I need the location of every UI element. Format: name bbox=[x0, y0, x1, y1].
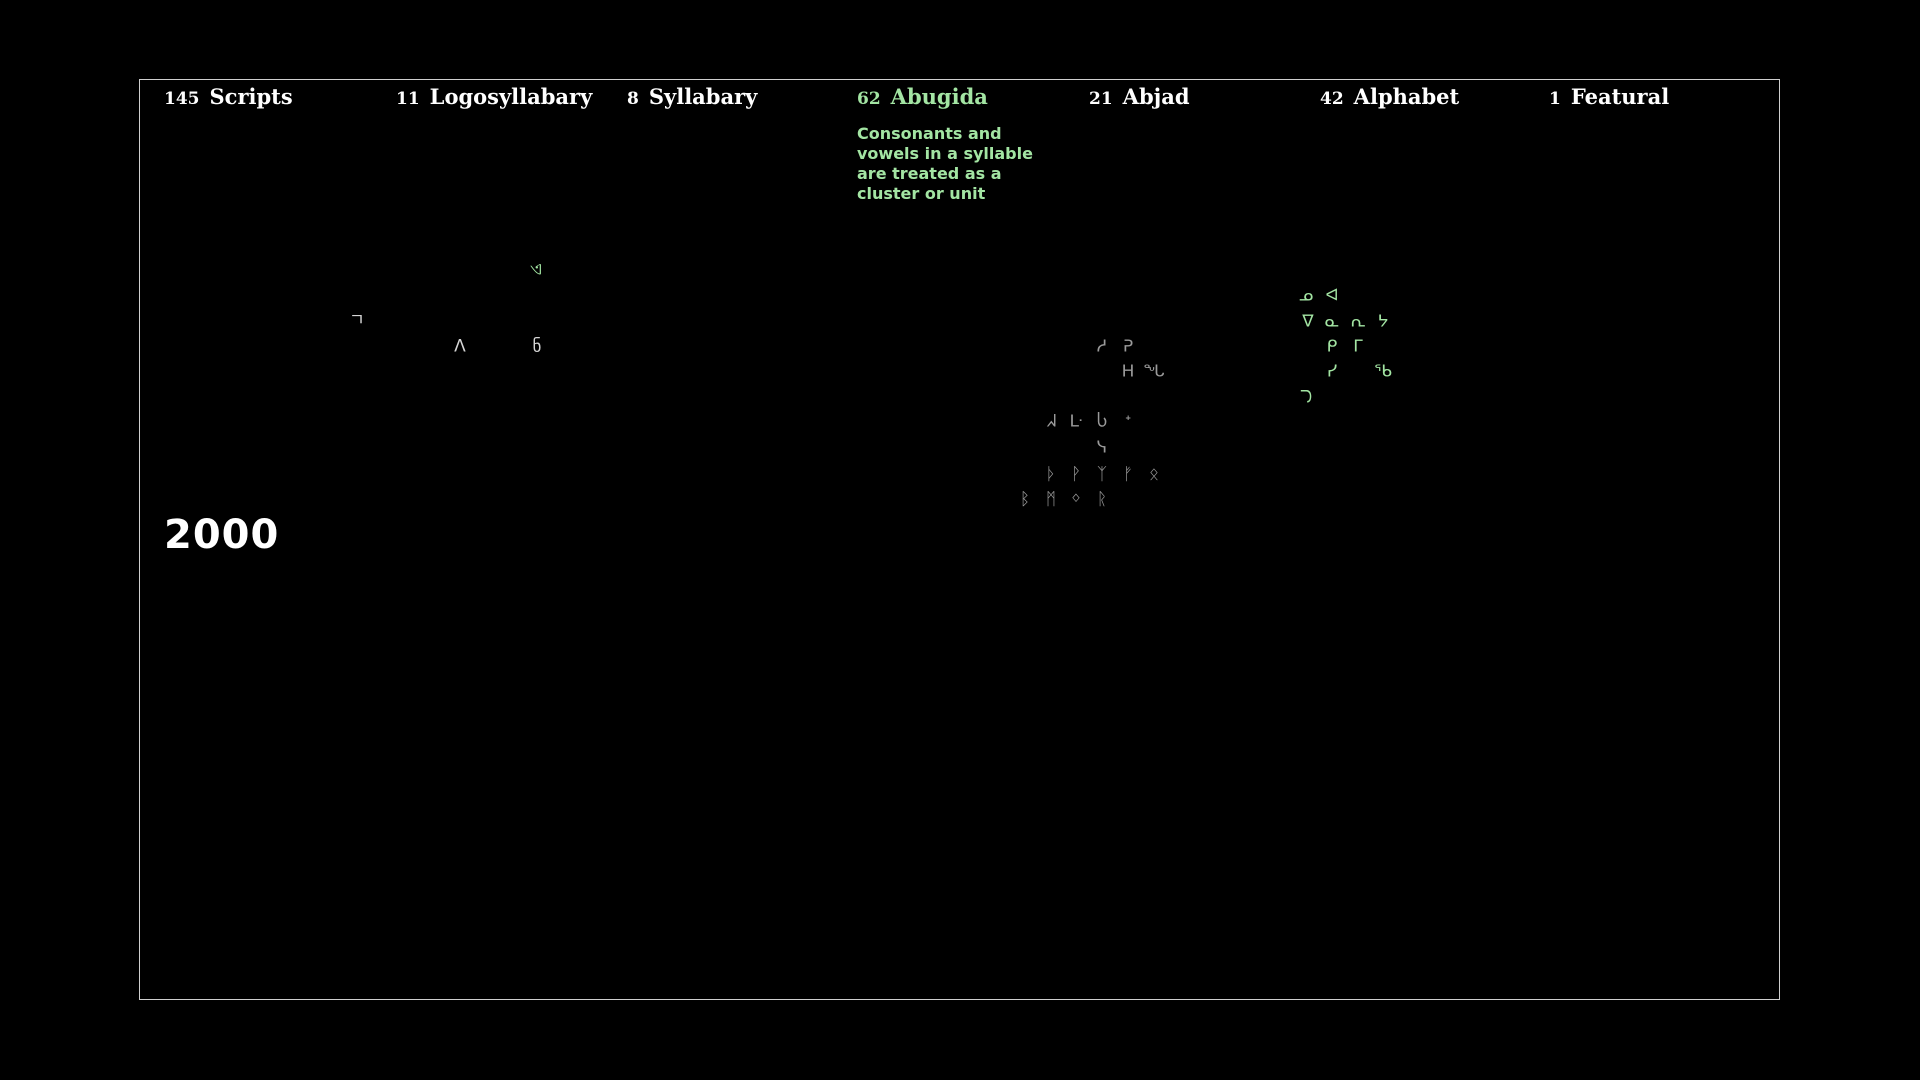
script-glyph[interactable]: ᖽ bbox=[1046, 413, 1056, 431]
script-glyph[interactable]: ᓱ bbox=[1097, 338, 1107, 356]
script-glyph[interactable]: ᛉ bbox=[1097, 466, 1107, 484]
script-glyph[interactable]: ᐊ bbox=[1325, 287, 1338, 305]
script-glyph[interactable]: ᕈ bbox=[1123, 338, 1133, 356]
script-glyph[interactable]: ᛒ bbox=[1020, 491, 1030, 509]
script-glyph[interactable]: ᒥ bbox=[1353, 338, 1362, 356]
script-glyph[interactable]: ᚱ bbox=[1097, 491, 1107, 509]
script-glyph[interactable]: ᖓ bbox=[1143, 363, 1164, 381]
script-glyph[interactable]: ᓭ bbox=[1097, 439, 1107, 457]
script-glyph[interactable]: ᓇ bbox=[1325, 313, 1339, 331]
script-glyph[interactable]: ᘄ bbox=[1300, 389, 1312, 407]
script-glyph[interactable]: ᕼ bbox=[1122, 363, 1135, 381]
script-glyph[interactable]: ᚹ bbox=[1071, 466, 1081, 484]
script-glyph[interactable]: ᓯ bbox=[1327, 363, 1337, 381]
script-glyph[interactable]: ᑭ bbox=[1327, 338, 1338, 356]
script-glyph[interactable]: ᐩ bbox=[1125, 413, 1132, 431]
script-glyph[interactable]: ᐁ bbox=[1302, 313, 1314, 331]
script-glyph[interactable]: ᛟ bbox=[1149, 466, 1159, 484]
script-glyph[interactable]: ᓄ bbox=[1299, 287, 1313, 305]
script-glyph[interactable]: ᛗ bbox=[1046, 491, 1056, 509]
script-glyph[interactable]: Ⴑ bbox=[1097, 413, 1108, 431]
script-glyph[interactable]: ᚠ bbox=[1123, 466, 1133, 484]
script-glyph[interactable]: Λ bbox=[454, 338, 466, 356]
script-glyph[interactable]: ᒷ bbox=[1070, 413, 1083, 431]
script-glyph[interactable]: ნ bbox=[533, 338, 542, 356]
script-glyph-field: ᓄᐊᐁᓇᕆᔭ ᑭᒥᓯ ᖃ ᘄ ᓱᕈᕼᖓ ᖽᒷႱᐩᓭ ᚦᚹᛉᚠᛟ ᛒᛗᛜᚱ ㄱ Λნ ଏ bbox=[0, 0, 1920, 1080]
script-glyph[interactable]: ᚦ bbox=[1046, 466, 1056, 484]
script-glyph[interactable]: ㄱ bbox=[349, 312, 365, 330]
script-glyph[interactable]: ᛜ bbox=[1071, 491, 1081, 509]
script-glyph[interactable]: ᕆ bbox=[1350, 313, 1366, 331]
script-glyph[interactable]: ᖃ bbox=[1374, 363, 1392, 381]
script-glyph[interactable]: ᔭ bbox=[1378, 313, 1389, 331]
script-glyph[interactable]: ଏ bbox=[530, 261, 542, 279]
